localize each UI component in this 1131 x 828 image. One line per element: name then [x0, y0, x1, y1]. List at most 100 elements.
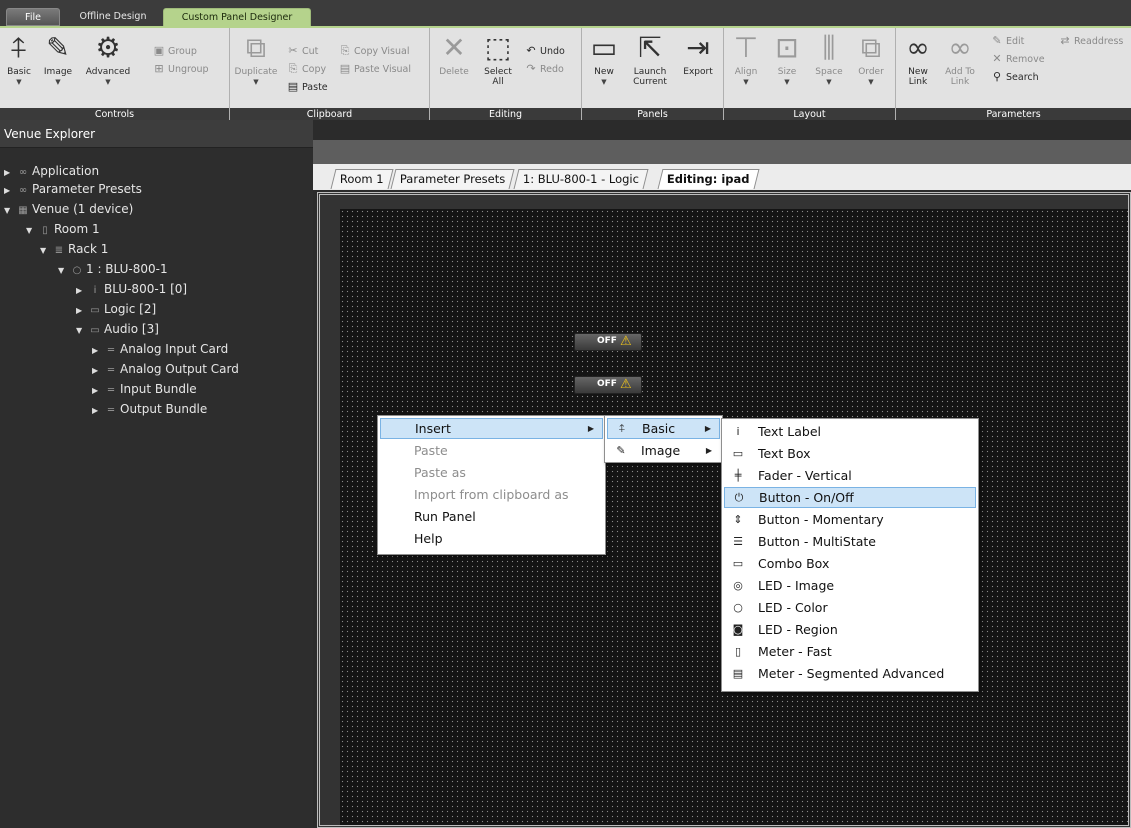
new-link-button[interactable]: ∞ New Link — [900, 32, 936, 88]
add-to-link-label: Link — [950, 77, 970, 87]
expand-arrow-icon[interactable]: ▶ — [4, 182, 16, 200]
size-button[interactable]: ⊡ Size ▼ — [768, 32, 806, 87]
collapse-arrow-icon[interactable]: ▼ — [26, 222, 38, 240]
menu-item-meter-fast[interactable]: ▯ Meter - Fast — [724, 641, 976, 662]
tree-item-analog-output-card[interactable]: ▶ ═ Analog Output Card — [92, 360, 239, 380]
submenu-arrow-icon: ▶ — [704, 424, 711, 433]
off-button-1[interactable]: OFF ⚠ — [574, 333, 642, 351]
tree-item-application[interactable]: ▶ ∞ Application — [4, 162, 99, 182]
delete-button[interactable]: ✕ Delete — [436, 32, 472, 78]
redo-icon: ↷ — [526, 62, 536, 75]
expand-arrow-icon[interactable]: ▶ — [76, 302, 88, 320]
menu-item-help[interactable]: Help — [380, 528, 603, 549]
duplicate-icon: ⧉ — [246, 31, 266, 64]
export-button[interactable]: ⇥ Export — [678, 32, 718, 78]
menu-item-paste[interactable]: Paste — [380, 440, 603, 461]
copy-visual-button[interactable]: ⎘ Copy Visual — [338, 44, 410, 59]
menu-item-button-on-off[interactable]: ⏻ Button - On/Off — [724, 487, 976, 508]
launch-label: Launch — [633, 67, 667, 77]
submenu-arrow-icon: ▶ — [705, 446, 712, 455]
menu-item-label: Paste — [414, 443, 448, 458]
search-button[interactable]: ⚲ Search — [990, 70, 1039, 85]
menu-item-text-box[interactable]: ▭ Text Box — [724, 443, 976, 464]
image-button[interactable]: ✎ Image ▼ — [38, 32, 78, 87]
menu-item-label: LED - Color — [758, 600, 828, 615]
menu-item-led-region[interactable]: ◙ LED - Region — [724, 619, 976, 640]
menu-item-import-from-clipboard[interactable]: Import from clipboard as — [380, 484, 603, 505]
tree-item-output-bundle[interactable]: ▶ ═ Output Bundle — [92, 400, 207, 420]
new-panel-button[interactable]: ▭ New ▼ — [586, 32, 622, 87]
menu-item-text-label[interactable]: i Text Label — [724, 421, 976, 442]
readdress-button[interactable]: ⇄ Readdress — [1058, 34, 1123, 49]
order-button[interactable]: ⧉ Order ▼ — [852, 32, 890, 87]
collapse-arrow-icon[interactable]: ▼ — [40, 242, 52, 260]
menu-item-image[interactable]: ✎ Image ▶ — [607, 440, 720, 461]
menu-item-label: Image — [641, 443, 681, 458]
menu-item-combo-box[interactable]: ▭ Combo Box — [724, 553, 976, 574]
redo-button[interactable]: ↷ Redo — [524, 62, 563, 77]
copy-button[interactable]: ⎘ Copy — [286, 62, 327, 77]
tree-item-analog-input-card[interactable]: ▶ ═ Analog Input Card — [92, 340, 228, 360]
menu-item-insert[interactable]: Insert ▶ — [380, 418, 603, 439]
paste-visual-button[interactable]: ▤ Paste Visual — [338, 62, 411, 77]
tab-room-1[interactable]: Room 1 — [330, 169, 394, 189]
edit-button[interactable]: ✎ Edit — [990, 34, 1024, 49]
align-button[interactable]: ⊤ Align ▼ — [728, 32, 764, 87]
expand-arrow-icon[interactable]: ▶ — [76, 282, 88, 300]
group-button[interactable]: ▣ Group — [152, 44, 197, 59]
collapse-arrow-icon[interactable]: ▼ — [58, 262, 70, 280]
undo-button[interactable]: ↶ Undo — [524, 44, 564, 59]
tree-item-input-bundle[interactable]: ▶ ═ Input Bundle — [92, 380, 197, 400]
off-button-label: OFF — [597, 379, 617, 389]
expand-arrow-icon[interactable]: ▶ — [92, 382, 104, 400]
basic-button[interactable]: ⍏ Basic ▼ — [2, 32, 36, 87]
expand-arrow-icon[interactable]: ▶ — [92, 362, 104, 380]
menu-item-paste-as[interactable]: Paste as — [380, 462, 603, 483]
select-all-button[interactable]: ⬚ Select All — [478, 32, 518, 88]
expand-arrow-icon[interactable]: ▶ — [92, 342, 104, 360]
tab-editing-ipad[interactable]: Editing: ipad — [657, 169, 760, 189]
remove-button[interactable]: ✕ Remove — [990, 52, 1044, 67]
duplicate-button[interactable]: ⧉ Duplicate ▼ — [234, 32, 278, 87]
add-to-link-button[interactable]: ∞ Add To Link — [940, 32, 980, 88]
menu-item-meter-segmented-advanced[interactable]: ▤ Meter - Segmented Advanced — [724, 663, 976, 684]
menu-item-fader-vertical[interactable]: ╪ Fader - Vertical — [724, 465, 976, 486]
menu-item-led-color[interactable]: ○ LED - Color — [724, 597, 976, 618]
tab-parameter-presets[interactable]: Parameter Presets — [390, 169, 515, 189]
tree-item-audio[interactable]: ▼ ▭ Audio [3] — [76, 320, 159, 340]
space-button[interactable]: ⫼ Space ▼ — [810, 32, 848, 87]
off-button-2[interactable]: OFF ⚠ — [574, 376, 642, 394]
menu-item-led-image[interactable]: ◎ LED - Image — [724, 575, 976, 596]
group-icon: ▣ — [153, 44, 165, 57]
advanced-button[interactable]: ⚙ Advanced ▼ — [80, 32, 136, 87]
tab-offline-design[interactable]: Offline Design — [66, 8, 160, 26]
chevron-down-icon: ▼ — [868, 78, 874, 86]
launch-current-button[interactable]: ⇱ Launch Current — [628, 32, 672, 88]
tab-custom-panel-designer[interactable]: Custom Panel Designer — [163, 8, 311, 26]
card-icon: ═ — [107, 365, 115, 376]
menu-item-basic[interactable]: ⍏ Basic ▶ — [607, 418, 720, 439]
menu-item-label: LED - Region — [758, 622, 838, 637]
menu-item-button-momentary[interactable]: ⇕ Button - Momentary — [724, 509, 976, 530]
cut-button[interactable]: ✂ Cut — [286, 44, 318, 59]
tree-item-logic[interactable]: ▶ ▭ Logic [2] — [76, 300, 156, 320]
tab-file[interactable]: File — [6, 8, 60, 26]
chevron-down-icon: ▼ — [601, 78, 607, 86]
tree-item-venue[interactable]: ▼ ▦ Venue (1 device) — [4, 200, 133, 220]
tree-item-room-1[interactable]: ▼ ▯ Room 1 — [26, 220, 100, 240]
momentary-icon: ⇕ — [733, 513, 743, 526]
image-label: Image — [43, 67, 73, 77]
collapse-arrow-icon[interactable]: ▼ — [4, 202, 16, 220]
tree-item-blu-800-1[interactable]: ▼ ○ 1 : BLU-800-1 — [58, 260, 168, 280]
tree-item-rack-1[interactable]: ▼ ≣ Rack 1 — [40, 240, 108, 260]
tree-item-parameter-presets[interactable]: ▶ ∞ Parameter Presets — [4, 180, 142, 200]
tree-item-blu-800-1-0[interactable]: ▶ i BLU-800-1 [0] — [76, 280, 187, 300]
paste-button[interactable]: ▤ Paste — [286, 80, 328, 95]
menu-item-button-multistate[interactable]: ☰ Button - MultiState — [724, 531, 976, 552]
copy-visual-label: Copy Visual — [354, 46, 410, 57]
tab-blu-800-1-logic[interactable]: 1: BLU-800-1 - Logic — [513, 169, 649, 189]
menu-item-run-panel[interactable]: Run Panel — [380, 506, 603, 527]
collapse-arrow-icon[interactable]: ▼ — [76, 322, 88, 340]
expand-arrow-icon[interactable]: ▶ — [92, 402, 104, 420]
ungroup-button[interactable]: ⊞ Ungroup — [152, 62, 208, 77]
